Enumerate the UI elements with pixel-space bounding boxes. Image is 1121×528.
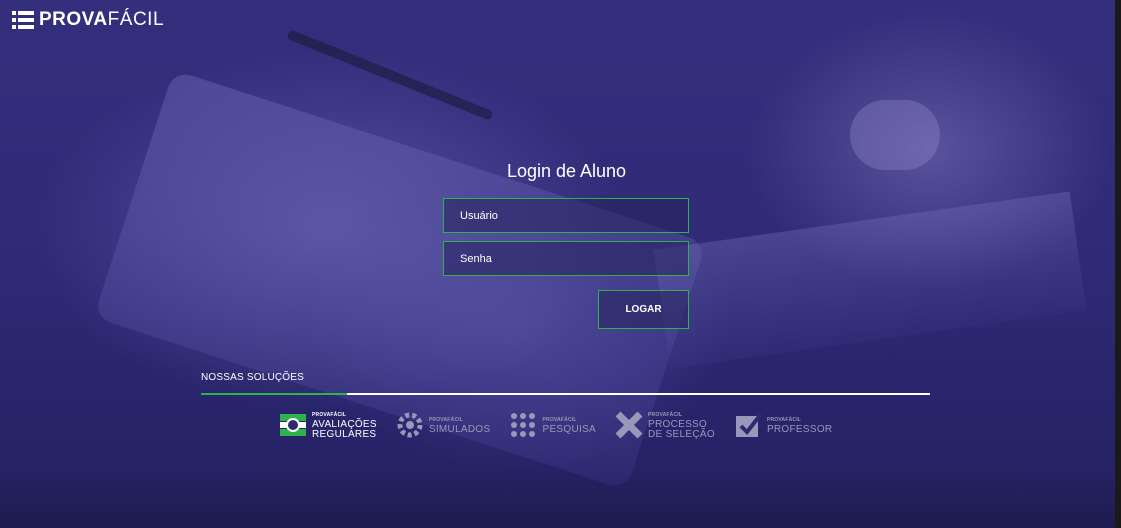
professor-icon — [735, 412, 763, 437]
avaliacoes-icon — [280, 414, 306, 436]
background-pen — [286, 29, 494, 121]
solution-professor[interactable]: PROVAFÁCIL PROFESSOR — [733, 410, 833, 440]
menu-list-icon — [12, 11, 34, 29]
username-input[interactable] — [443, 198, 689, 233]
login-title: Login de Aluno — [506, 161, 627, 181]
solutions-divider-accent — [201, 393, 347, 395]
solution-processo-de-selecao[interactable]: PROVAFÁCIL PROCESSO DE SELEÇÃO — [614, 410, 715, 440]
solution-name-2: REGULARES — [312, 429, 377, 440]
solution-pesquisa[interactable]: PROVAFÁCIL PESQUISA — [508, 410, 596, 440]
simulados-icon — [397, 412, 423, 438]
background-shade — [0, 468, 1121, 528]
processo-icon — [615, 411, 643, 439]
solution-name: SIMULADOS — [428, 424, 491, 435]
pesquisa-icon — [511, 413, 536, 437]
background-laptop — [653, 191, 1087, 369]
logo-text-light: FÁCIL — [107, 9, 165, 30]
solutions-title: NOSSAS SOLUÇÕES — [201, 372, 305, 383]
solution-simulados[interactable]: PROVAFÁCIL SIMULADOS — [395, 410, 491, 440]
window-edge — [1115, 0, 1121, 528]
solution-avaliacoes-regulares[interactable]: PROVAFÁCIL AVALIAÇÕES REGULARES — [278, 410, 377, 440]
password-input[interactable] — [443, 241, 689, 276]
provafacil-logo[interactable]: PROVA FÁCIL — [12, 9, 164, 31]
logo-text-strong: PROVA — [39, 9, 108, 30]
solution-name: PROFESSOR — [766, 424, 833, 435]
login-button[interactable]: LOGAR — [598, 290, 689, 329]
solutions-list: PROVAFÁCIL AVALIAÇÕES REGULARES PROVAFÁC… — [278, 410, 832, 440]
solution-name: PESQUISA — [542, 424, 597, 435]
solution-name-2: DE SELEÇÃO — [648, 429, 715, 440]
background-hand — [850, 100, 940, 170]
